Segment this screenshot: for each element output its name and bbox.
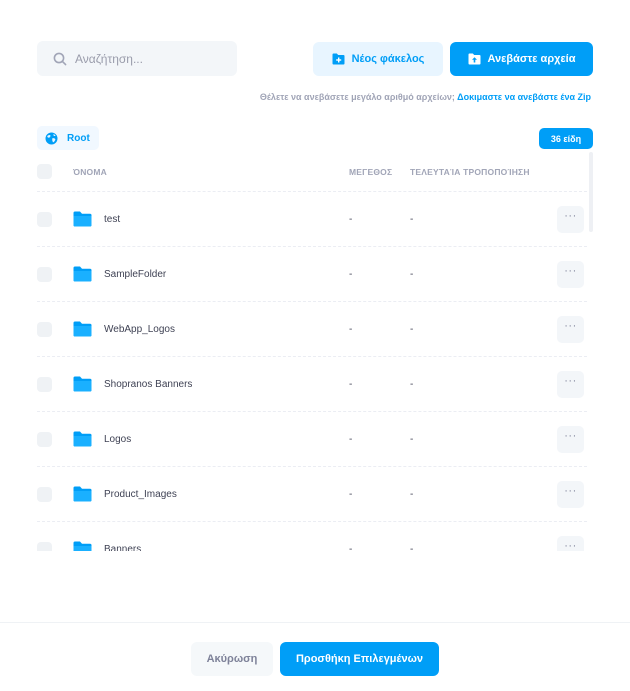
row-size: - xyxy=(349,323,353,335)
table-row[interactable]: test - - ··· xyxy=(37,192,587,247)
modal-footer: Ακύρωση Προσθήκη Επιλεγμένων xyxy=(0,622,630,691)
row-name[interactable]: Logos xyxy=(104,434,131,445)
more-dots-icon: ··· xyxy=(564,375,577,387)
row-checkbox[interactable] xyxy=(37,486,52,502)
cancel-button[interactable]: Ακύρωση xyxy=(191,642,273,676)
row-modified: - xyxy=(410,323,414,335)
header-size[interactable]: ΜΕΓΕΘΟΣ xyxy=(349,167,392,177)
breadcrumb[interactable]: Root xyxy=(37,126,99,150)
row-name[interactable]: WebApp_Logos xyxy=(104,324,175,335)
folder-icon xyxy=(73,321,92,337)
row-checkbox[interactable] xyxy=(37,211,52,227)
row-checkbox[interactable] xyxy=(37,266,52,282)
row-modified: - xyxy=(410,433,414,445)
folder-plus-icon xyxy=(332,53,345,65)
search-input[interactable] xyxy=(75,51,225,66)
row-size: - xyxy=(349,488,353,500)
item-count-badge: 36 είδη xyxy=(539,128,593,149)
select-all-checkbox[interactable] xyxy=(37,164,52,179)
upload-zip-link[interactable]: Δοκιμαστε να ανεβάστε ένα Zip xyxy=(457,92,591,102)
row-size: - xyxy=(349,268,353,280)
folder-icon xyxy=(73,266,92,282)
new-folder-button[interactable]: Νέος φάκελος xyxy=(313,42,443,76)
row-name-cell[interactable]: SampleFolder xyxy=(73,266,166,282)
row-more-button[interactable]: ··· xyxy=(557,535,584,552)
breadcrumb-root[interactable]: Root xyxy=(67,133,90,144)
table-scrollbar[interactable] xyxy=(589,152,593,551)
folder-icon xyxy=(73,486,92,502)
table-row[interactable]: Banners - - ··· xyxy=(37,522,587,551)
row-size: - xyxy=(349,543,353,552)
row-name-cell[interactable]: Shopranos Banners xyxy=(73,376,192,392)
more-dots-icon: ··· xyxy=(564,210,577,222)
row-modified: - xyxy=(410,488,414,500)
row-more-button[interactable]: ··· xyxy=(557,260,584,288)
new-folder-label: Νέος φάκελος xyxy=(351,53,425,65)
row-name[interactable]: Shopranos Banners xyxy=(104,379,192,390)
table-row[interactable]: Logos - - ··· xyxy=(37,412,587,467)
row-name[interactable]: Product_Images xyxy=(104,489,177,500)
row-modified: - xyxy=(410,268,414,280)
row-modified: - xyxy=(410,543,414,552)
upload-files-label: Ανεβάστε αρχεία xyxy=(487,53,576,65)
upload-files-button[interactable]: Ανεβάστε αρχεία xyxy=(450,42,593,76)
table-scrollbar-thumb[interactable] xyxy=(589,152,593,232)
row-name[interactable]: SampleFolder xyxy=(104,269,166,280)
header-name[interactable]: ΌΝΟΜΑ xyxy=(73,167,107,177)
folder-icon xyxy=(73,431,92,447)
upload-hint-text: Θέλετε να ανεβάσετε μεγάλο αριθμό αρχείω… xyxy=(259,92,455,102)
more-dots-icon: ··· xyxy=(564,540,577,552)
more-dots-icon: ··· xyxy=(564,485,577,497)
row-checkbox[interactable] xyxy=(37,431,52,447)
row-checkbox[interactable] xyxy=(37,321,52,337)
row-name-cell[interactable]: WebApp_Logos xyxy=(73,321,175,337)
upload-icon xyxy=(468,53,480,65)
row-name[interactable]: test xyxy=(104,214,120,225)
header-modified[interactable]: ΤΕΛΕΥΤΑΊΑ ΤΡΟΠΟΠΟΊΗΣΗ xyxy=(410,167,530,177)
row-size: - xyxy=(349,213,353,225)
file-table: ΌΝΟΜΑ ΜΕΓΕΘΟΣ ΤΕΛΕΥΤΑΊΑ ΤΡΟΠΟΠΟΊΗΣΗ test… xyxy=(37,152,587,551)
table-row[interactable]: SampleFolder - - ··· xyxy=(37,247,587,302)
search-icon xyxy=(53,52,67,65)
table-body: test - - ··· SampleFolder - - ··· WebApp_Logos - -… xyxy=(37,192,587,551)
row-size: - xyxy=(349,433,353,445)
row-more-button[interactable]: ··· xyxy=(557,425,584,453)
row-more-button[interactable]: ··· xyxy=(557,480,584,508)
folder-icon xyxy=(73,376,92,392)
table-row[interactable]: Product_Images - - ··· xyxy=(37,467,587,522)
row-name[interactable]: Banners xyxy=(104,544,141,552)
more-dots-icon: ··· xyxy=(564,265,577,277)
table-row[interactable]: WebApp_Logos - - ··· xyxy=(37,302,587,357)
row-more-button[interactable]: ··· xyxy=(557,205,584,233)
more-dots-icon: ··· xyxy=(564,320,577,332)
row-name-cell[interactable]: test xyxy=(73,211,120,227)
globe-icon xyxy=(45,132,58,144)
row-more-button[interactable]: ··· xyxy=(557,370,584,398)
row-checkbox[interactable] xyxy=(37,376,52,392)
more-dots-icon: ··· xyxy=(564,430,577,442)
search-box[interactable] xyxy=(37,41,237,76)
row-name-cell[interactable]: Product_Images xyxy=(73,486,177,502)
row-modified: - xyxy=(410,378,414,390)
add-selected-button[interactable]: Προσθήκη Επιλεγμένων xyxy=(280,642,439,676)
row-size: - xyxy=(349,378,353,390)
row-name-cell[interactable]: Logos xyxy=(73,431,131,447)
upload-hint: Θέλετε να ανεβάσετε μεγάλο αριθμό αρχείω… xyxy=(260,92,591,102)
table-row[interactable]: Shopranos Banners - - ··· xyxy=(37,357,587,412)
row-more-button[interactable]: ··· xyxy=(557,315,584,343)
row-modified: - xyxy=(410,213,414,225)
folder-icon xyxy=(73,211,92,227)
folder-icon xyxy=(73,541,92,551)
table-header-row: ΌΝΟΜΑ ΜΕΓΕΘΟΣ ΤΕΛΕΥΤΑΊΑ ΤΡΟΠΟΠΟΊΗΣΗ xyxy=(37,152,587,192)
row-name-cell[interactable]: Banners xyxy=(73,541,141,551)
row-checkbox[interactable] xyxy=(37,541,52,551)
